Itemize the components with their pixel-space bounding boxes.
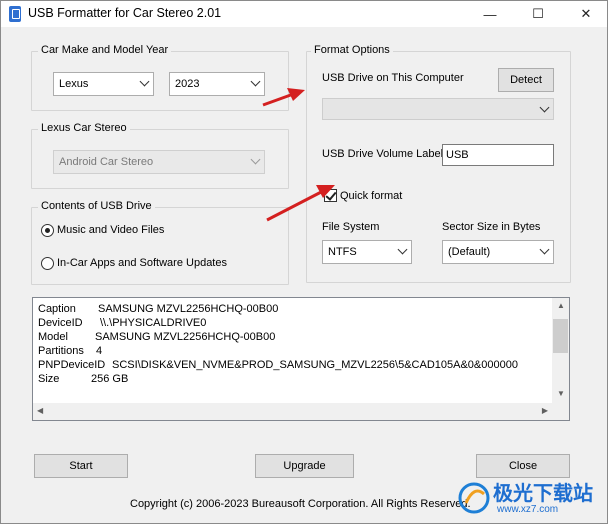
red-arrow-icon	[262, 88, 305, 107]
app-window: USB Formatter for Car Stereo 2.01 — ☐ ✕ …	[0, 0, 608, 524]
watermark-text: 极光下载站	[493, 481, 593, 505]
watermark: 极光下载站 www.xz7.com	[457, 475, 608, 523]
watermark-url: www.xz7.com	[497, 504, 559, 515]
red-arrow-icon	[266, 185, 335, 222]
annotation-arrows	[262, 88, 335, 222]
watermark-logo-icon	[458, 482, 490, 514]
